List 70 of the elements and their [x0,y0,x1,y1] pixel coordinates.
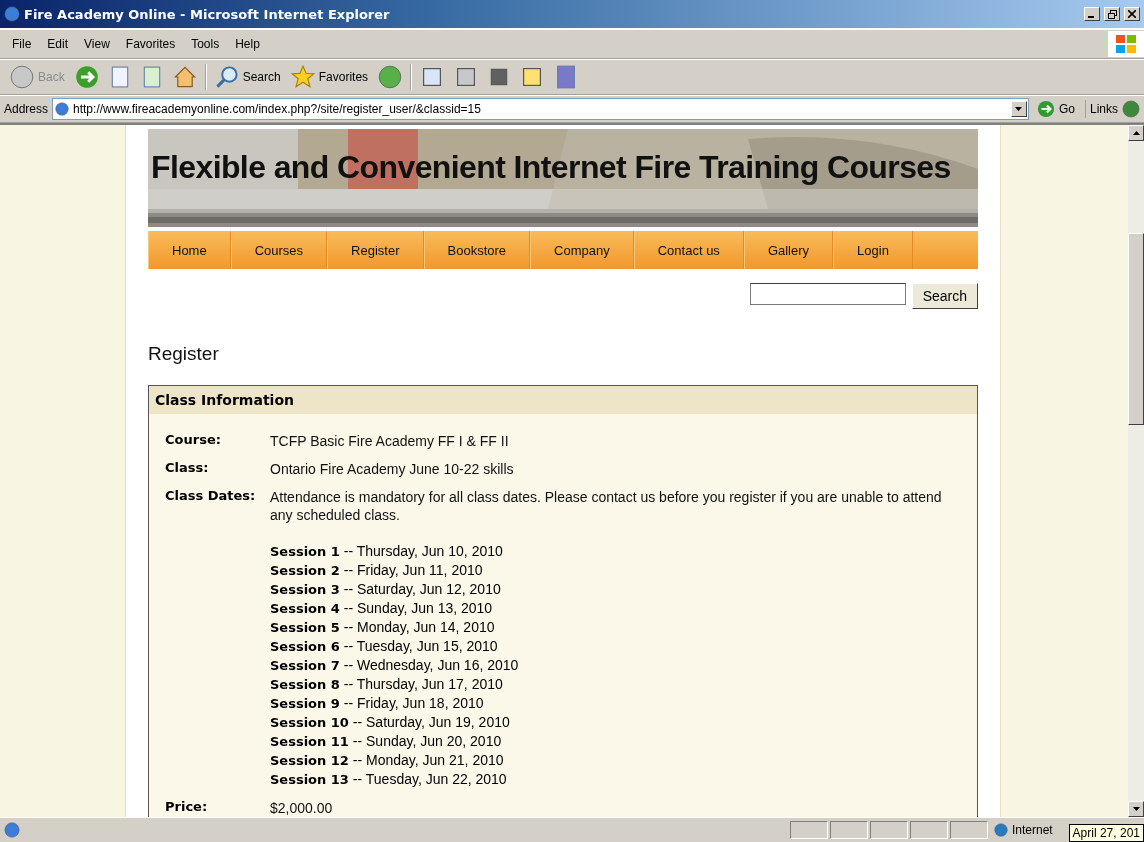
session-line: Session 4 -- Sunday, Jun 13, 2010 [270,599,494,618]
field-label: Course: [165,432,222,449]
date-tooltip: April 27, 201 [1068,824,1144,842]
window-title: Fire Academy Online - Microsoft Internet Explorer [24,6,391,22]
panel-title: Class Information [149,386,977,414]
session-line: Session 12 -- Monday, Jun 21, 2010 [270,751,505,770]
status-pane [790,821,828,839]
field-value: Ontario Fire Academy June 10-22 skills [270,461,514,477]
session-line: Session 13 -- Tuesday, Jun 22, 2010 [270,770,508,789]
menu-item[interactable]: File [4,37,40,51]
field-label: Class: [165,460,210,477]
close-icon [1128,10,1136,18]
menu-item[interactable]: Favorites [117,37,184,51]
down-arrow-icon [1132,807,1140,811]
minimize-button[interactable] [1084,7,1100,21]
nav-link[interactable]: Contact us [633,231,744,269]
session-line: Session 10 -- Saturday, Jun 19, 2010 [270,713,511,732]
session-line: Session 9 -- Friday, Jun 18, 2010 [270,694,485,713]
up-arrow-icon [1132,131,1140,135]
nav-link[interactable]: Gallery [743,231,834,269]
menu-item[interactable]: Edit [39,37,77,51]
dropdown-button[interactable] [1010,101,1027,117]
close-button[interactable] [1124,7,1140,21]
session-line: Session 7 -- Wednesday, Jun 16, 2010 [270,656,520,675]
favorites-button[interactable]: Favorites [288,65,371,89]
session-line: Session 11 -- Sunday, Jun 20, 2010 [270,732,503,751]
page-heading: Register [148,343,220,365]
nav-link[interactable]: Courses [230,231,328,269]
scroll-up-button[interactable] [1128,125,1144,141]
restore-icon [1107,9,1117,19]
nav-link[interactable]: Register [327,231,424,269]
star-icon [290,65,315,89]
search-button[interactable]: Search [911,283,978,309]
address-field[interactable]: http://www.fireacademyonline.com/index.php?/site/register_user/&classid=15 [52,98,1029,120]
scrollbar[interactable] [1128,125,1144,817]
status-pane [830,821,868,839]
status-pane [870,821,908,839]
scroll-thumb[interactable] [1128,233,1144,425]
session-line: Session 2 -- Friday, Jun 11, 2010 [270,561,484,580]
status-pane [910,821,948,839]
session-line: Session 3 -- Saturday, Jun 12, 2010 [270,580,502,599]
session-line: Session 8 -- Thursday, Jun 17, 2010 [270,675,504,694]
field-label: Class Dates: [165,488,257,505]
field-label: Price: [165,799,209,816]
links-label[interactable]: Links [1090,102,1118,116]
menu-item[interactable]: Help [227,37,268,51]
menu-item[interactable]: View [76,37,118,51]
search-field[interactable] [749,283,906,305]
restore-button[interactable] [1104,7,1120,21]
field-value: TCFP Basic Fire Academy FF I & FF II [270,433,509,449]
nav-link[interactable]: Home [148,231,231,269]
status-pane [950,821,988,839]
address-label: Address [4,102,49,116]
session-line: Session 1 -- Thursday, Jun 10, 2010 [270,542,504,561]
search-icon [214,65,239,89]
nav-link[interactable]: Login [833,231,913,269]
field-value: Attendance is mandatory for all class dates. Please contact us before you register if you are unable to attend any scheduled class. [270,489,942,523]
field-value: $2,000.00 [270,800,333,816]
banner-title: Flexible and Convenient Internet Fire Training Courses [151,149,951,186]
menu-item[interactable]: Tools [183,37,228,51]
go-button[interactable]: Go [1032,100,1086,118]
scroll-down-button[interactable] [1128,801,1144,817]
nav-link[interactable]: Company [530,231,634,269]
caret-icon [1015,107,1023,111]
session-line: Session 5 -- Monday, Jun 14, 2010 [270,618,496,637]
nav-link[interactable]: Bookstore [423,231,531,269]
zone-label: Internet [1012,823,1053,837]
home-icon [172,65,197,89]
session-line: Session 6 -- Tuesday, Jun 15, 2010 [270,637,499,656]
search-button[interactable]: Search [212,65,283,89]
